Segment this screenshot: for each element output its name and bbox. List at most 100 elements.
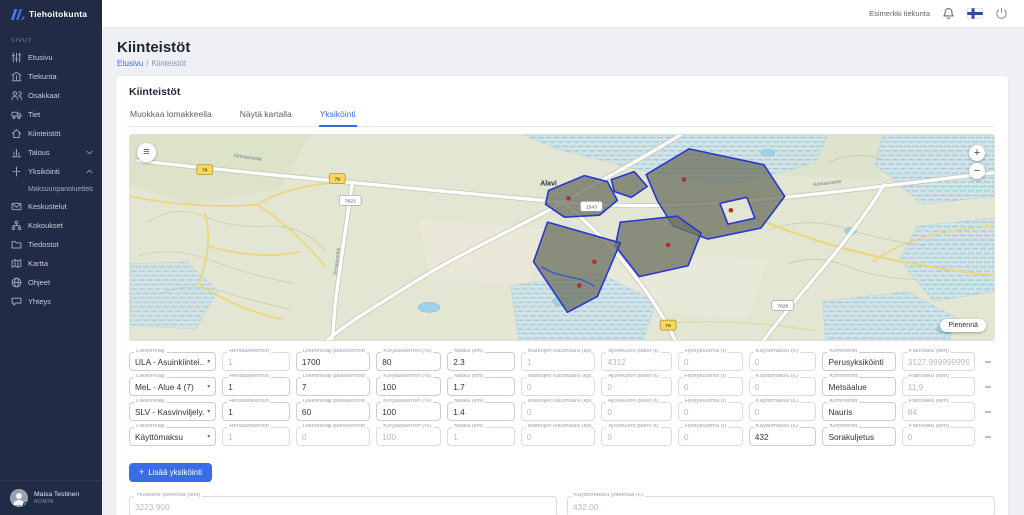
sidebar-item-talous[interactable]: Talous	[0, 143, 102, 162]
select-liikennelaji[interactable]: LiikennelajiULA - Asuinkiintei...▾	[129, 352, 216, 371]
remove-row-button[interactable]: −	[981, 431, 995, 443]
breadcrumb-home-link[interactable]: Etusivu	[117, 59, 143, 68]
input-korjauskerroin[interactable]: Korjauskerroin (%)80	[376, 352, 441, 371]
folder-icon	[11, 239, 22, 250]
map-place-label: Alavi	[540, 181, 557, 188]
input-liikennelaji-painokerroin[interactable]: Liikennelaji painokerroin7	[296, 377, 370, 396]
map-menu-button[interactable]: ≡	[137, 143, 156, 162]
sidebar-item-etusivu[interactable]: Etusivu	[0, 48, 102, 67]
input-matkojen-lukumaara-kpl: Matkojen lukumäärä (kpl)1	[521, 352, 595, 371]
sidebar-item-tiedostot[interactable]: Tiedostot	[0, 235, 102, 254]
truck-icon	[11, 109, 22, 120]
add-unit-button[interactable]: + Lisää yksiköinti	[129, 463, 212, 482]
chat-icon	[11, 296, 22, 307]
chevron-down-icon	[86, 150, 93, 155]
account-name[interactable]: Esimerkki tiekunta	[869, 9, 930, 18]
tab-muokkaa-lomakkeella[interactable]: Muokkaa lomakkeella	[129, 103, 213, 127]
map-icon	[11, 258, 22, 269]
bell-icon[interactable]	[942, 7, 955, 20]
totals-row: Yksiköinti yhteensä (tkm)3223.900Käyttöm…	[129, 496, 995, 515]
input-matka-km[interactable]: Matka (km)2.3	[447, 352, 515, 371]
remove-row-button[interactable]: −	[981, 381, 995, 393]
input-hehtaarikerroin[interactable]: Hehtaarikerroin1	[222, 402, 290, 421]
menu-icon: ≡	[143, 147, 149, 158]
sidebar-item-yksikointi[interactable]: Yksiköinti	[0, 162, 102, 181]
input-kayttomaksu: Käyttömaksu (€)0	[749, 377, 817, 396]
zoom-out-button[interactable]: −	[969, 163, 985, 179]
power-icon[interactable]	[995, 7, 1008, 20]
input-painoluku-tkm: Painoluku (tkm)0	[902, 427, 975, 446]
sidebar-item-keskustelut[interactable]: Keskustelut	[0, 197, 102, 216]
breadcrumb-separator: /	[146, 59, 148, 68]
online-status-dot	[23, 502, 28, 507]
svg-text:76: 76	[665, 323, 671, 329]
input-ajoneuvon-paino-t: Ajoneuvon paino (t)0	[601, 377, 672, 396]
map-container: 76 76 76 7623 1543 7626 Alavi Kirmanrant…	[129, 134, 995, 341]
input-liikennelaji-painokerroin[interactable]: Liikennelaji painokerroin1700	[296, 352, 370, 371]
sidebar-item-kiinteistot[interactable]: Kiinteistöt	[0, 124, 102, 143]
input-matkojen-lukumaara-kpl: Matkojen lukumäärä (kpl)0	[521, 402, 595, 421]
input-kommentit[interactable]: KommentitNauris	[822, 402, 895, 421]
input-korjauskerroin: Korjauskerroin (%)100	[376, 427, 441, 446]
sidebar-item-ohjeet[interactable]: Ohjeet	[0, 273, 102, 292]
input-kommentit[interactable]: KommentitSorakuljetus	[822, 427, 895, 446]
brand-logo-icon	[10, 8, 25, 20]
unit-row: LiikennelajiKäyttömaksu▾Hehtaarikerroin1…	[129, 427, 995, 446]
remove-row-button[interactable]: −	[981, 356, 995, 368]
input-hyotykuorma-t: Hyötykuorma (t)0	[678, 352, 743, 371]
properties-card: Kiinteistöt Muokkaa lomakkeellaNäytä kar…	[115, 75, 1009, 515]
sidebar-item-maksuunpanoluettelo[interactable]: Maksuunpanoluettelo	[0, 181, 102, 197]
sliders-icon	[11, 52, 22, 63]
sidebar: Tiehoitokunta SIVUT EtusivuTiekuntaOsakk…	[0, 0, 102, 515]
bank-icon	[11, 71, 22, 82]
unit-row: LiikennelajiMeL - Alue 4 (7)▾ Hehtaariker…	[129, 377, 995, 396]
input-painoluku-tkm: Painoluku (tkm)11,9	[902, 377, 975, 396]
input-hehtaarikerroin[interactable]: Hehtaarikerroin1	[222, 377, 290, 396]
unit-row: LiikennelajiULA - Asuinkiintei...▾Hehtaa…	[129, 352, 995, 371]
select-liikennelaji[interactable]: LiikennelajiKäyttömaksu▾	[129, 427, 216, 446]
unit-rows: LiikennelajiULA - Asuinkiintei...▾ Hehtaa…	[129, 352, 995, 446]
brand-name: Tiehoitokunta	[29, 9, 87, 19]
input-ajoneuvon-paino-t: Ajoneuvon paino (t)0	[601, 427, 672, 446]
finnish-flag-icon[interactable]	[967, 8, 983, 19]
avatar	[10, 489, 28, 507]
input-matkojen-lukumaara-kpl: Matkojen lukumäärä (kpl)0	[521, 377, 595, 396]
sidebar-item-kokoukset[interactable]: Kokoukset	[0, 216, 102, 235]
input-matka-km[interactable]: Matka (km)1.4	[447, 402, 515, 421]
select-liikennelaji[interactable]: LiikennelajiSLV - Kasvinviljely...▾	[129, 402, 216, 421]
zoom-in-button[interactable]: +	[969, 145, 985, 161]
tab-nayta-kartalla[interactable]: Näytä kartalla	[239, 103, 293, 127]
map[interactable]: 76 76 76 7623 1543 7626 Alavi Kirmanrant…	[130, 135, 994, 340]
sidebar-item-kartta[interactable]: Kartta	[0, 254, 102, 273]
brand[interactable]: Tiehoitokunta	[0, 0, 102, 26]
input-painoluku-tkm: Painoluku (tkm)84	[902, 402, 975, 421]
input-liikennelaji-painokerroin[interactable]: Liikennelaji painokerroin60	[296, 402, 370, 421]
sidebar-item-tiet[interactable]: Tiet	[0, 105, 102, 124]
page-title: Kiinteistöt	[117, 39, 1009, 56]
total-field-kayttomaksut-yhteensa: Käyttömaksut yhteensä (€)432.00	[567, 496, 995, 515]
map-shrink-button[interactable]: Pienennä	[940, 319, 986, 332]
dropdown-caret-icon: ▾	[204, 408, 210, 415]
user-footer[interactable]: Maisa Testinen ADMIN	[0, 480, 102, 515]
input-kayttomaksu: Käyttömaksu (€)0	[749, 402, 817, 421]
sidebar-item-tiekunta[interactable]: Tiekunta	[0, 67, 102, 86]
input-kayttomaksu: Käyttömaksu (€)0	[749, 352, 817, 371]
input-matka-km[interactable]: Matka (km)1.7	[447, 377, 515, 396]
input-korjauskerroin[interactable]: Korjauskerroin (%)100	[376, 402, 441, 421]
input-korjauskerroin[interactable]: Korjauskerroin (%)100	[376, 377, 441, 396]
chart-icon	[11, 147, 22, 158]
input-matka-km: Matka (km)1	[447, 427, 515, 446]
input-liikennelaji-painokerroin: Liikennelaji painokerroin0	[296, 427, 370, 446]
input-kayttomaksu[interactable]: Käyttömaksu (€)432	[749, 427, 817, 446]
select-liikennelaji[interactable]: LiikennelajiMeL - Alue 4 (7)▾	[129, 377, 216, 396]
mail-icon	[11, 201, 22, 212]
sidebar-item-yhteys[interactable]: Yhteys	[0, 292, 102, 311]
tab-yksikointi[interactable]: Yksiköinti	[319, 103, 357, 127]
input-kommentit[interactable]: KommentitMetsäalue	[822, 377, 895, 396]
sidebar-item-osakkaat[interactable]: Osakkaat	[0, 86, 102, 105]
users-icon	[11, 90, 22, 101]
remove-row-button[interactable]: −	[981, 406, 995, 418]
user-role: ADMIN	[34, 499, 79, 505]
input-kommentit[interactable]: KommentitPerusyksiköinti	[822, 352, 895, 371]
svg-text:7623: 7623	[345, 198, 356, 204]
